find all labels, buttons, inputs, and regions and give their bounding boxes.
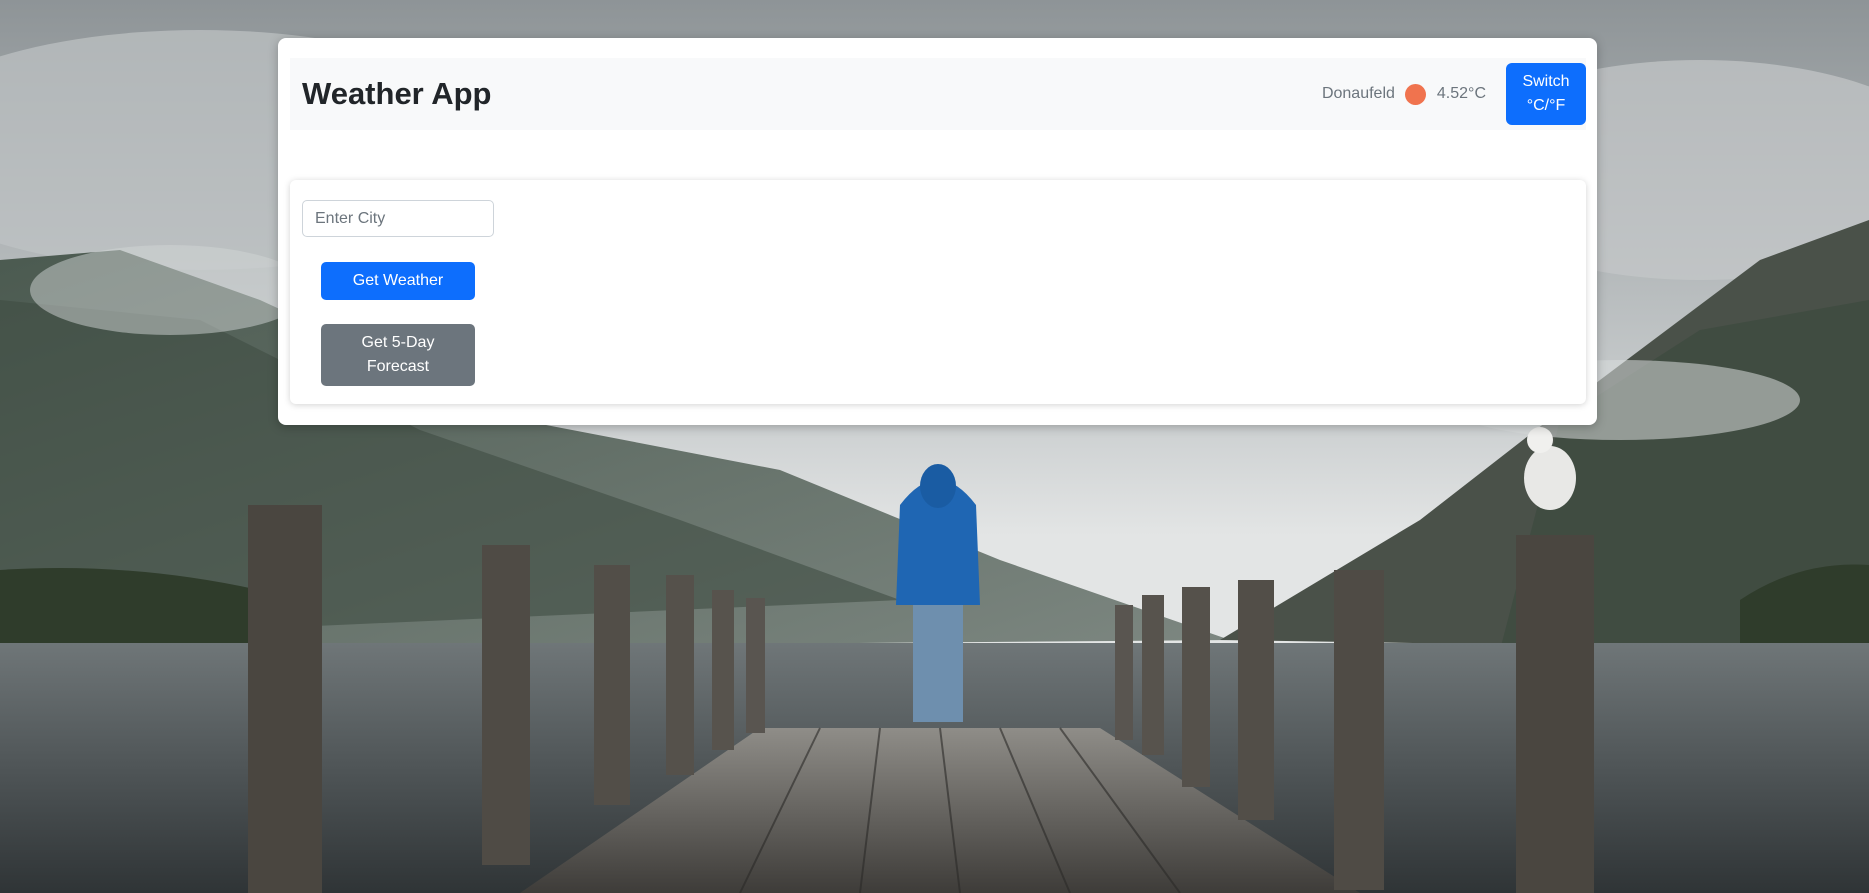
get-weather-button[interactable]: Get Weather (321, 262, 475, 300)
city-input[interactable] (302, 200, 494, 237)
get-forecast-button[interactable]: Get 5-Day Forecast (321, 324, 475, 386)
weather-app-card: Weather App Donaufeld 4.52°C Switch °C/°… (278, 38, 1597, 425)
current-weather-summary: Donaufeld 4.52°C Switch °C/°F (1322, 63, 1586, 125)
temperature-readout: 4.52°C (1436, 85, 1486, 102)
city-search-panel: Get Weather Get 5-Day Forecast (290, 180, 1586, 404)
app-header: Weather App Donaufeld 4.52°C Switch °C/°… (290, 58, 1586, 130)
app-title: Weather App (302, 76, 492, 111)
location-label: Donaufeld (1321, 85, 1395, 102)
weather-status-icon (1404, 83, 1426, 105)
switch-unit-button[interactable]: Switch °C/°F (1506, 63, 1586, 125)
